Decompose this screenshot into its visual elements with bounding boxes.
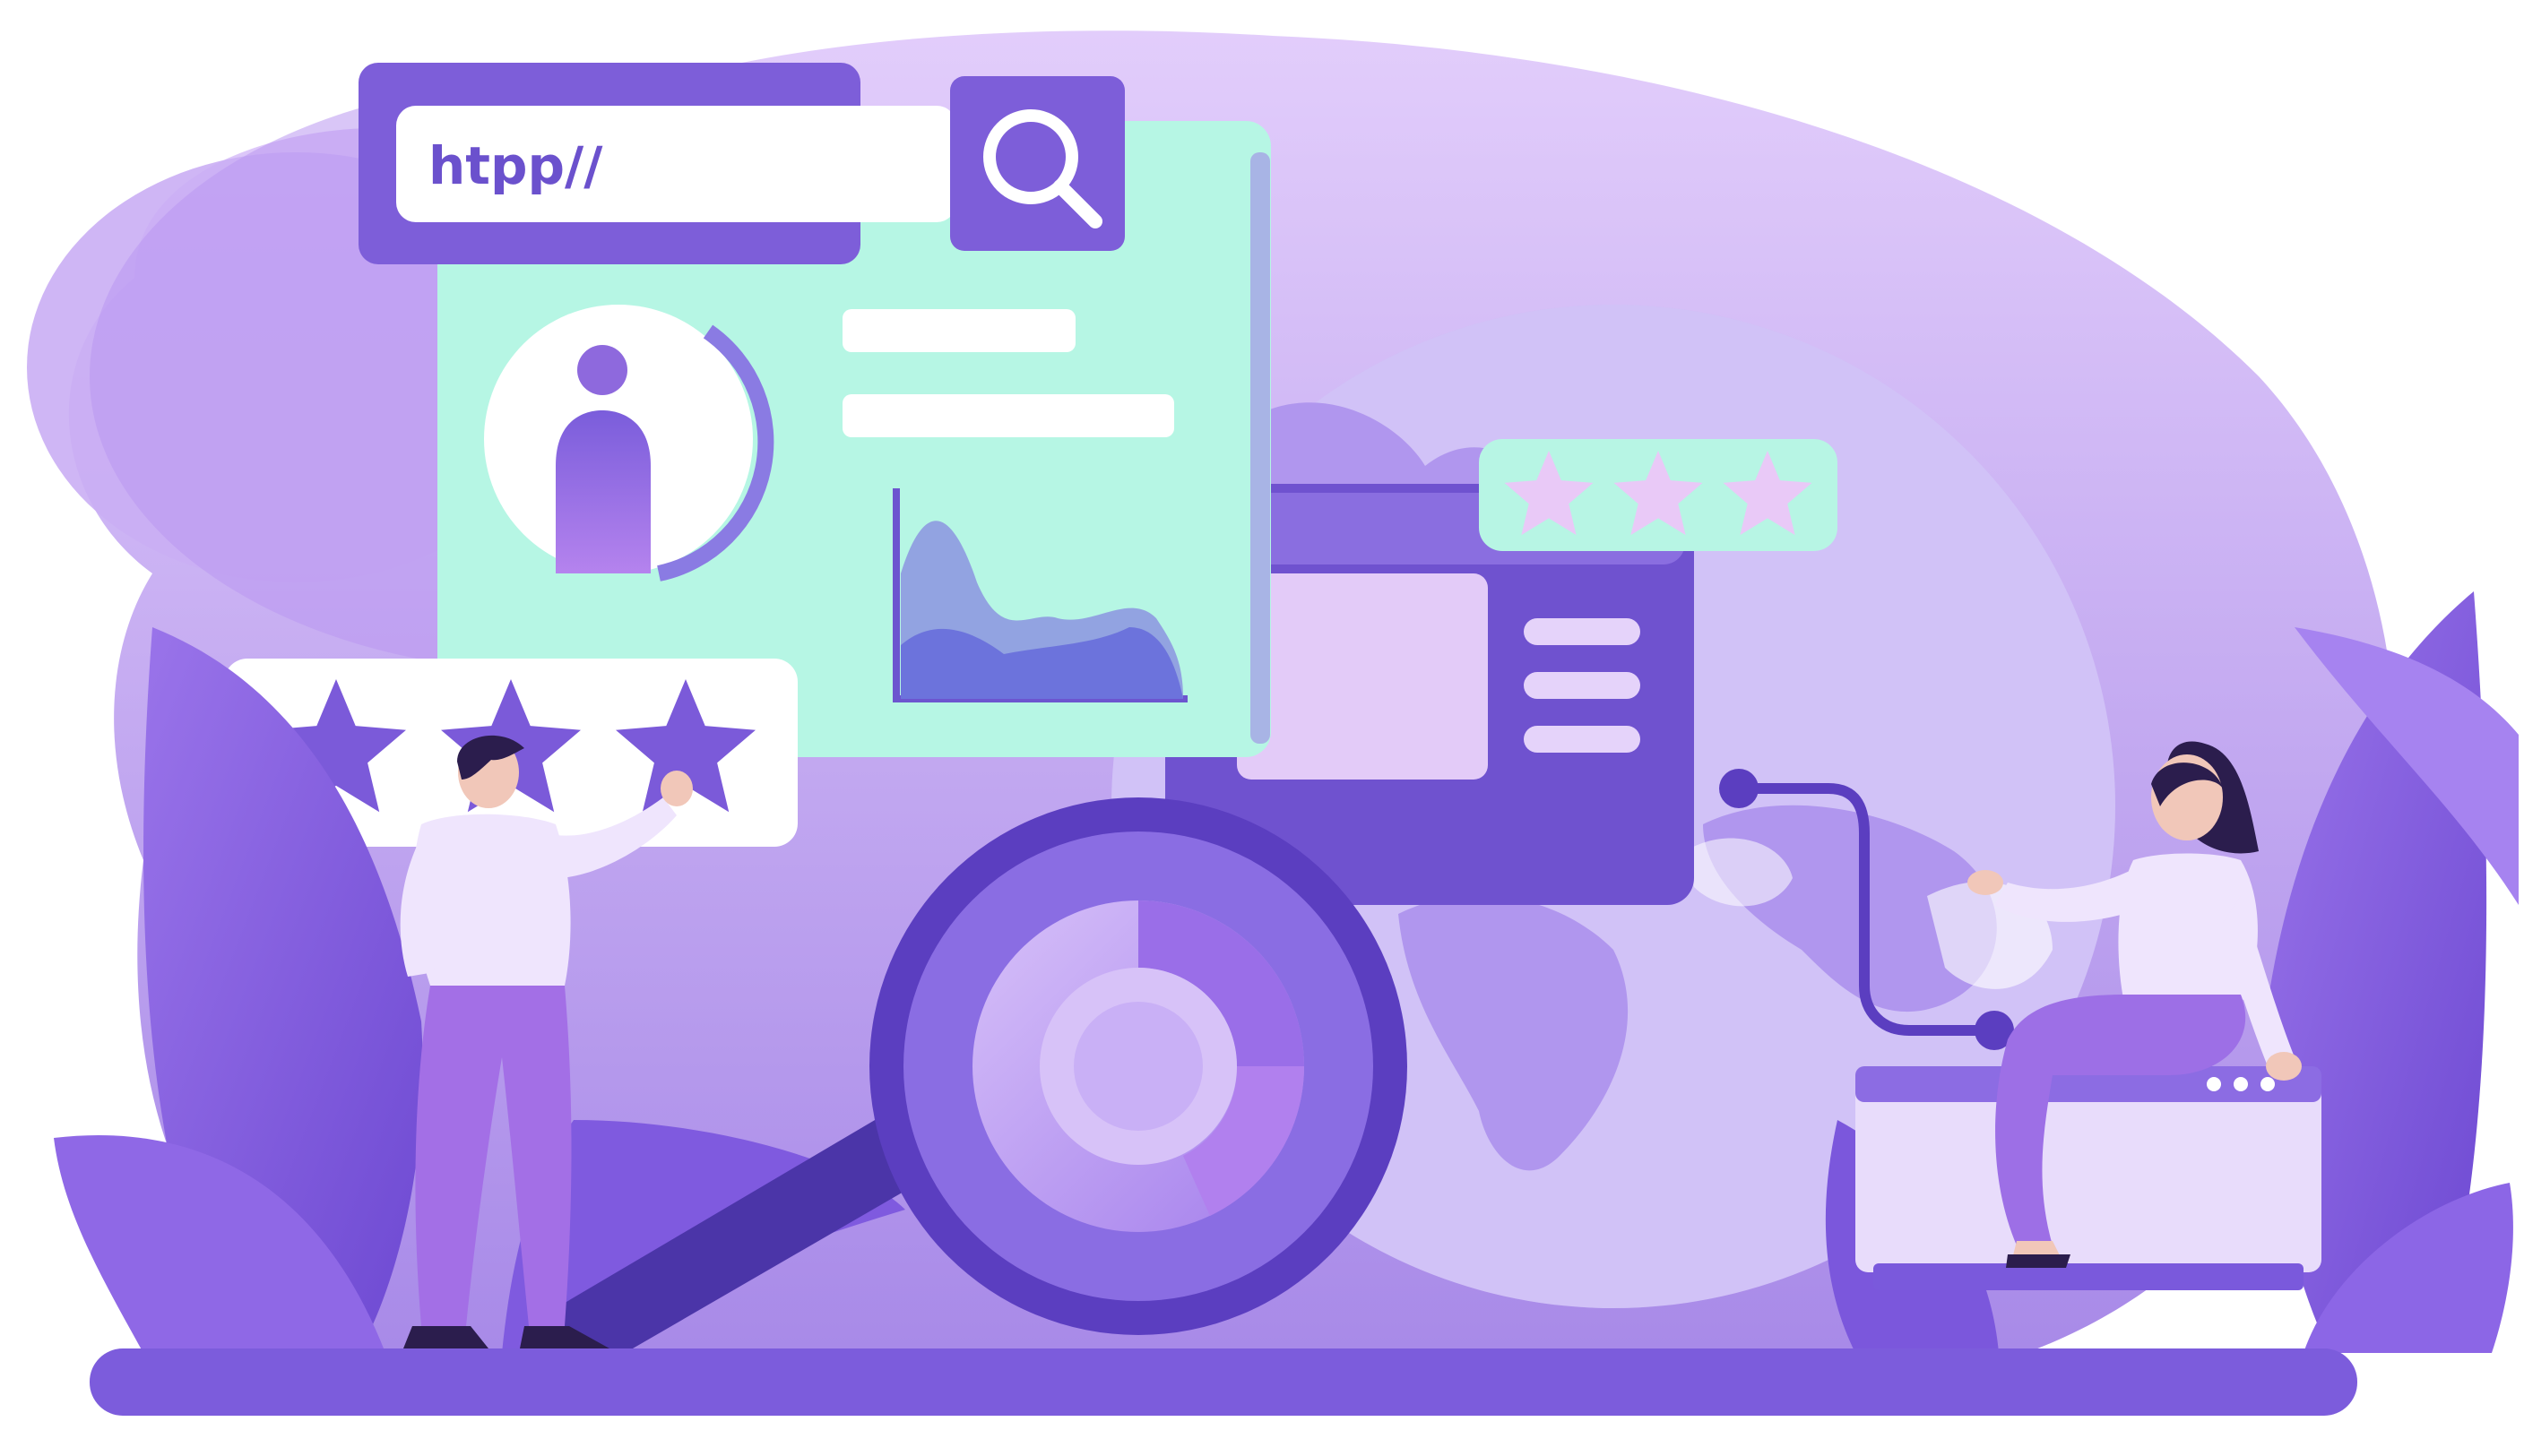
search-icon[interactable] <box>950 76 1125 251</box>
illustration-scene: htpp// <box>27 30 2519 1416</box>
user-avatar-icon <box>484 305 774 582</box>
laptop-box <box>1855 1066 2321 1290</box>
url-input-text[interactable]: htpp// <box>428 135 603 196</box>
right-star-rating <box>1479 439 1837 551</box>
ground-bar <box>90 1348 2357 1416</box>
search-bar[interactable]: htpp// <box>359 63 1125 264</box>
